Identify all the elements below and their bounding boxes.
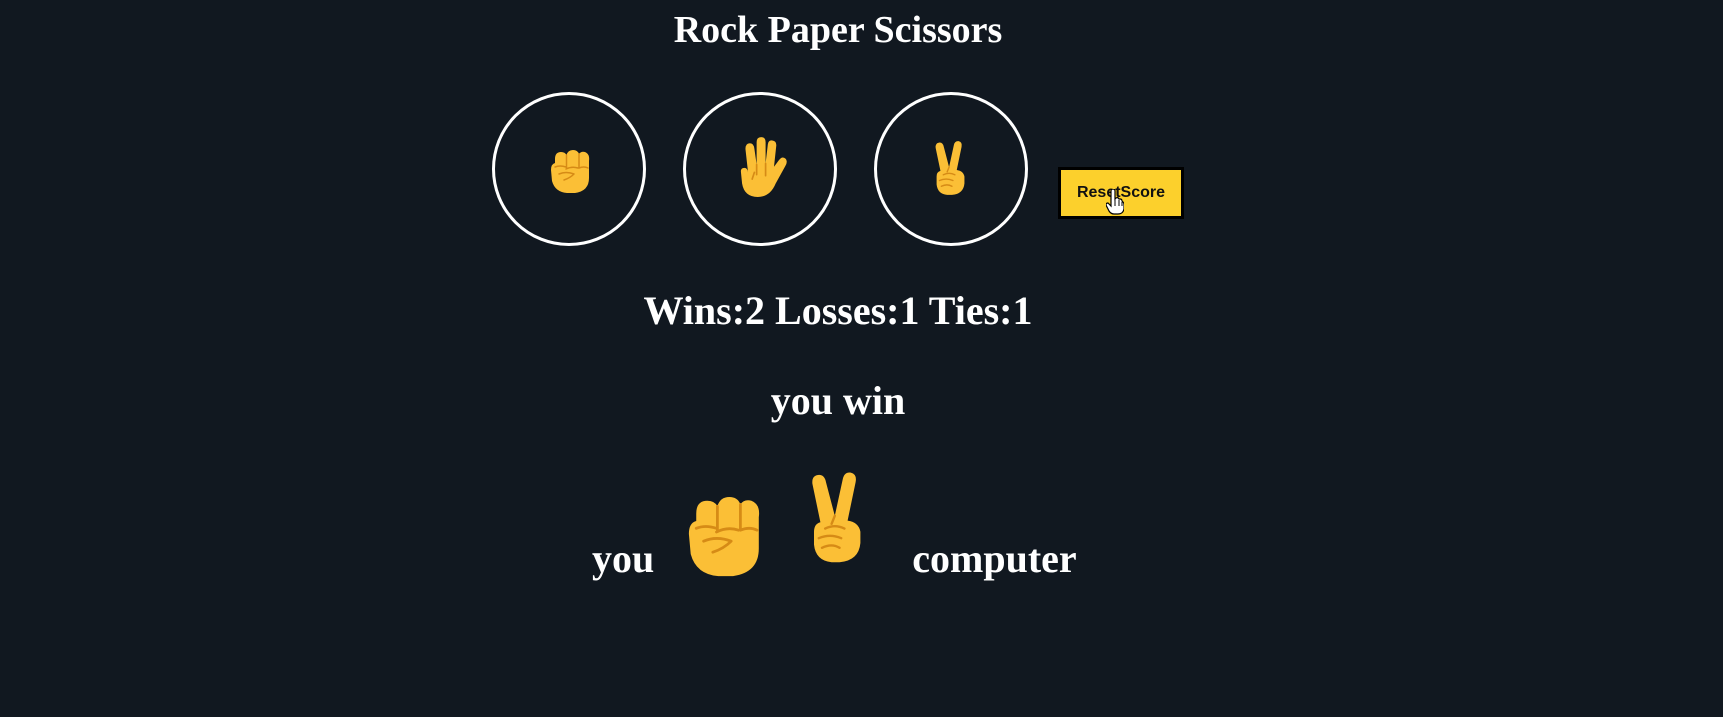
page: Rock Paper Scissors ResetScore Wins:2 Lo… — [0, 0, 1723, 717]
result-text: you win — [770, 378, 906, 423]
raised-fist-icon — [544, 139, 594, 199]
hand-pointer-cursor-icon — [1106, 189, 1124, 215]
player-label: you — [592, 536, 655, 581]
computer-label: computer — [912, 536, 1077, 581]
computer-move-victory-hand-icon — [798, 460, 878, 578]
raised-hand-icon — [732, 135, 788, 203]
score-display: Wins:2 Losses:1 Ties:1 — [643, 288, 1033, 333]
page-title: Rock Paper Scissors — [673, 9, 1003, 51]
choice-row — [492, 92, 1028, 246]
player-move-raised-fist-icon — [676, 476, 768, 588]
paper-button[interactable] — [683, 92, 837, 246]
rock-button[interactable] — [492, 92, 646, 246]
moves-display: you computer — [592, 462, 1077, 592]
scissors-button[interactable] — [874, 92, 1028, 246]
victory-hand-icon — [927, 136, 975, 202]
